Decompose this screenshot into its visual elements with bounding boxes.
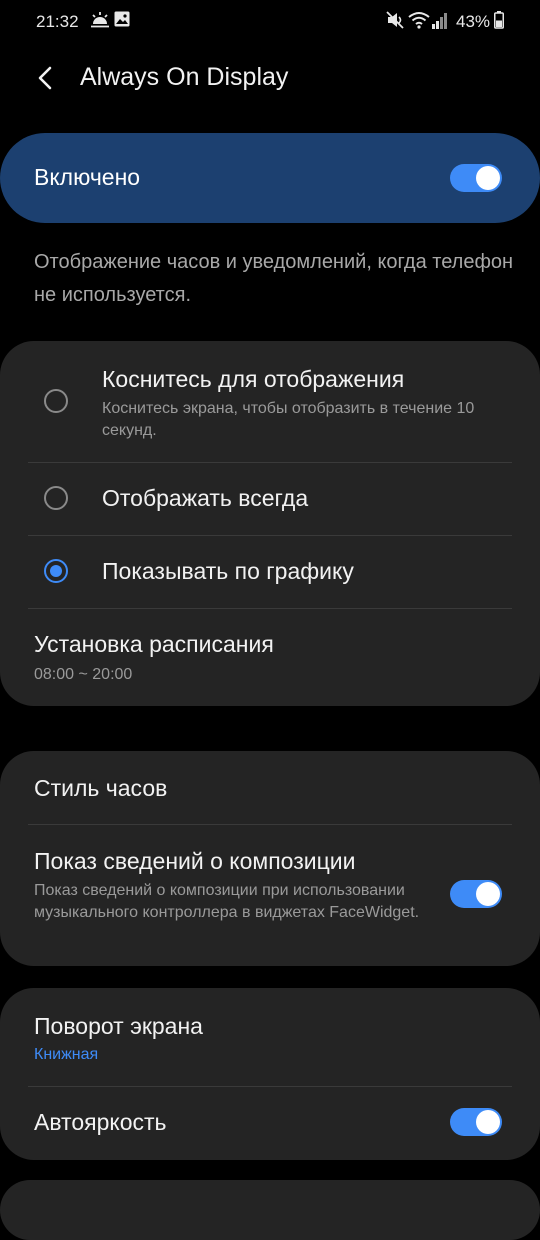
signal-icon xyxy=(432,13,447,29)
radio-always-show[interactable] xyxy=(44,486,68,510)
next-card-peek xyxy=(0,1180,540,1240)
screen-rotation-title: Поворот экрана xyxy=(34,1013,203,1039)
radio-tap-to-show[interactable] xyxy=(44,389,68,413)
wifi-icon xyxy=(408,12,430,29)
screen-rotation-value: Книжная xyxy=(34,1046,99,1063)
auto-brightness-item[interactable]: Автояркость xyxy=(0,1087,540,1160)
schedule-value: 08:00 ~ 20:00 xyxy=(34,666,133,683)
music-info-title: Показ сведений о композиции xyxy=(34,848,356,874)
radio-show-as-scheduled[interactable] xyxy=(44,559,68,583)
page-title: Always On Display xyxy=(80,63,289,91)
option-title: Показывать по графику xyxy=(102,558,354,584)
battery-icon xyxy=(494,11,504,29)
schedule-title: Установка расписания xyxy=(34,631,274,657)
battery-percent: 43% xyxy=(456,12,491,31)
feature-description: Отображение часов и уведомлений, когда т… xyxy=(34,251,514,306)
master-switch-label: Включено xyxy=(34,164,141,190)
master-toggle[interactable] xyxy=(450,164,502,192)
schedule-setting[interactable]: Установка расписания 08:00 ~ 20:00 xyxy=(0,609,540,699)
image-icon xyxy=(114,11,130,27)
option-title: Отображать всегда xyxy=(102,485,309,511)
option-always-show[interactable]: Отображать всегда xyxy=(0,463,540,535)
screen-rotation-item[interactable]: Поворот экрана Книжная xyxy=(0,988,540,1086)
clock-style-item[interactable]: Стиль часов xyxy=(0,751,540,824)
status-bar: 21:32 43% xyxy=(0,0,540,44)
music-info-subtitle: Показ сведений о композиции при использо… xyxy=(34,882,420,921)
master-switch-card[interactable]: Включено xyxy=(0,133,540,223)
back-button[interactable] xyxy=(30,60,62,96)
screen-card: Поворот экрана Книжная Автояркость xyxy=(0,988,540,1160)
style-card: Стиль часов Показ сведений о композиции … xyxy=(0,751,540,966)
weather-icon xyxy=(91,12,109,28)
music-info-item[interactable]: Показ сведений о композиции Показ сведен… xyxy=(0,825,540,966)
mute-icon xyxy=(386,11,404,29)
toggle-knob xyxy=(476,166,500,190)
back-arrow-icon xyxy=(38,66,52,90)
option-title: Коснитесь для отображения xyxy=(102,366,405,392)
status-time: 21:32 xyxy=(36,12,79,31)
option-show-as-scheduled[interactable]: Показывать по графику xyxy=(0,536,540,608)
display-mode-card: Коснитесь для отображения Коснитесь экра… xyxy=(0,341,540,706)
clock-style-title: Стиль часов xyxy=(34,775,168,801)
auto-brightness-toggle[interactable] xyxy=(450,1108,502,1136)
option-tap-to-show[interactable]: Коснитесь для отображения Коснитесь экра… xyxy=(0,341,540,462)
music-info-toggle[interactable] xyxy=(450,880,502,908)
toggle-knob xyxy=(476,1110,500,1134)
auto-brightness-title: Автояркость xyxy=(34,1109,167,1135)
app-bar: Always On Display xyxy=(0,50,540,106)
toggle-knob xyxy=(476,882,500,906)
option-subtitle: Коснитесь экрана, чтобы отобразить в теч… xyxy=(102,400,475,439)
